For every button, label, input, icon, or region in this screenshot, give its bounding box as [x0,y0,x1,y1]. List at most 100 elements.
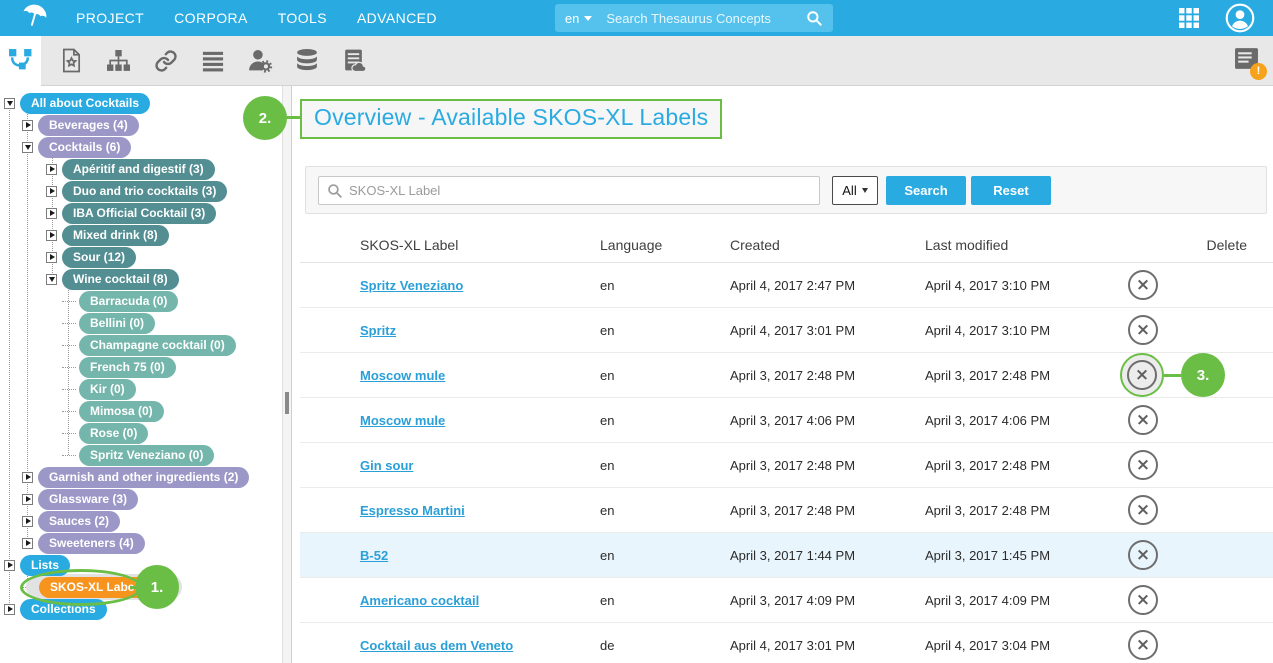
collapse-icon[interactable] [46,274,57,285]
label-link[interactable]: Americano cocktail [360,593,479,608]
concept-pill[interactable]: Kir (0) [79,379,136,400]
collections-pill[interactable]: Collections [20,599,107,620]
expand-icon[interactable] [46,164,57,175]
delete-button[interactable]: × [1128,315,1158,345]
concept-tree-sidebar: All about Cocktails Beverages (4) Cockta… [0,86,282,663]
delete-button[interactable]: × [1128,585,1158,615]
menu-project[interactable]: PROJECT [76,10,144,26]
repository-cloud-tool-button[interactable] [330,36,377,86]
thesaurus-search-input[interactable] [606,11,799,26]
concept-pill[interactable]: Duo and trio cocktails (3) [62,181,227,202]
lists-pill[interactable]: Lists [20,555,70,576]
concept-pill[interactable]: Spritz Veneziano (0) [79,445,214,466]
table-row-highlighted: B-52 en April 3, 2017 1:44 PM April 3, 2… [300,533,1273,578]
label-link[interactable]: Gin sour [360,458,413,473]
concept-pill[interactable]: Bellini (0) [79,313,155,334]
annotation-connector [1164,374,1181,377]
user-settings-tool-button[interactable] [236,36,283,86]
expand-icon[interactable] [4,560,15,571]
collapse-icon[interactable] [4,98,15,109]
concept-pill[interactable]: French 75 (0) [79,357,176,378]
list-tool-button[interactable] [189,36,236,86]
expand-icon[interactable] [22,472,33,483]
chevron-down-icon [584,16,592,21]
reset-button[interactable]: Reset [971,176,1051,205]
expand-icon[interactable] [22,120,33,131]
tree-item-garnish-and-other-ingredients: Garnish and other ingredients (2) [0,466,282,488]
concept-pill[interactable]: Beverages (4) [38,115,139,136]
delete-button[interactable]: × [1128,405,1158,435]
concept-pill[interactable]: Sweeteners (4) [38,533,145,554]
sidebar-splitter[interactable] [282,86,292,663]
concept-pill[interactable]: Mimosa (0) [79,401,164,422]
tree-item-mimosa: Mimosa (0) [0,400,282,422]
database-tool-button[interactable] [283,36,330,86]
concept-scheme-pill[interactable]: All about Cocktails [20,93,150,114]
delete-button[interactable]: × [1128,630,1158,660]
language-filter-select[interactable]: All [832,176,878,205]
concept-pill[interactable]: Mixed drink (8) [62,225,169,246]
concept-pill[interactable]: Glassware (3) [38,489,138,510]
delete-button[interactable]: × [1128,495,1158,525]
search-button[interactable]: Search [886,176,966,205]
menu-tools[interactable]: TOOLS [278,10,327,26]
app-logo[interactable] [0,1,70,36]
search-icon[interactable] [805,9,823,27]
concept-pill[interactable]: Sauces (2) [38,511,120,532]
menu-corpora[interactable]: CORPORA [174,10,248,26]
delete-button[interactable]: × [1128,540,1158,570]
expand-icon[interactable] [4,604,15,615]
tree-item-rose: Rose (0) [0,422,282,444]
report-notification-button[interactable]: ! [1234,47,1259,75]
label-search-field [318,176,820,205]
concept-pill[interactable]: Barracuda (0) [79,291,178,312]
search-language-dropdown[interactable]: en [565,11,592,26]
concept-pill[interactable]: Wine cocktail (8) [62,269,179,290]
tree-item-mixed-drink: Mixed drink (8) [0,224,282,246]
skos-xl-label-pill-selected[interactable]: SKOS-XL Label [39,577,149,598]
expand-icon[interactable] [46,186,57,197]
expand-icon[interactable] [46,252,57,263]
label-link[interactable]: Espresso Martini [360,503,465,518]
expand-icon[interactable] [46,230,57,241]
concept-scheme-tool-button[interactable] [0,36,41,86]
table-row: Americano cocktail en April 3, 2017 4:09… [300,578,1273,623]
collapse-icon[interactable] [22,142,33,153]
delete-button[interactable]: × [1128,450,1158,480]
delete-button[interactable]: × [1127,360,1157,390]
expand-icon[interactable] [22,538,33,549]
created-cell: April 3, 2017 2:48 PM [730,458,925,473]
concept-pill[interactable]: Cocktails (6) [38,137,131,158]
user-avatar-icon[interactable] [1225,3,1255,33]
concept-pill[interactable]: Champagne cocktail (0) [79,335,236,356]
table-row: Gin sour en April 3, 2017 2:48 PM April … [300,443,1273,488]
label-link[interactable]: Cocktail aus dem Veneto [360,638,513,653]
tree-item-beverages: Beverages (4) [0,114,282,136]
app-grid-icon[interactable] [1179,8,1199,28]
label-link[interactable]: Spritz [360,323,396,338]
expand-icon[interactable] [22,516,33,527]
language-cell: en [600,323,730,338]
delete-button[interactable]: × [1128,270,1158,300]
label-link[interactable]: B-52 [360,548,388,563]
expand-icon[interactable] [22,494,33,505]
concept-pill[interactable]: Sour (12) [62,247,136,268]
concept-pill[interactable]: Apéritif and digestif (3) [62,159,215,180]
document-star-tool-button[interactable] [48,36,95,86]
skos-xl-label-search-input[interactable] [318,176,820,205]
concept-pill[interactable]: IBA Official Cocktail (3) [62,203,216,224]
label-link[interactable]: Moscow mule [360,368,445,383]
label-link[interactable]: Moscow mule [360,413,445,428]
document-star-icon [60,48,83,73]
created-cell: April 3, 2017 4:06 PM [730,413,925,428]
splitter-grip-icon[interactable] [285,392,289,414]
label-link[interactable]: Spritz Veneziano [360,278,463,293]
thesaurus-search-box: en [555,4,833,32]
link-tool-button[interactable] [142,36,189,86]
concept-pill[interactable]: Garnish and other ingredients (2) [38,467,249,488]
menu-advanced[interactable]: ADVANCED [357,10,437,26]
expand-icon[interactable] [46,208,57,219]
concept-pill[interactable]: Rose (0) [79,423,148,444]
delete-x-icon: × [1136,592,1150,609]
hierarchy-tool-button[interactable] [95,36,142,86]
